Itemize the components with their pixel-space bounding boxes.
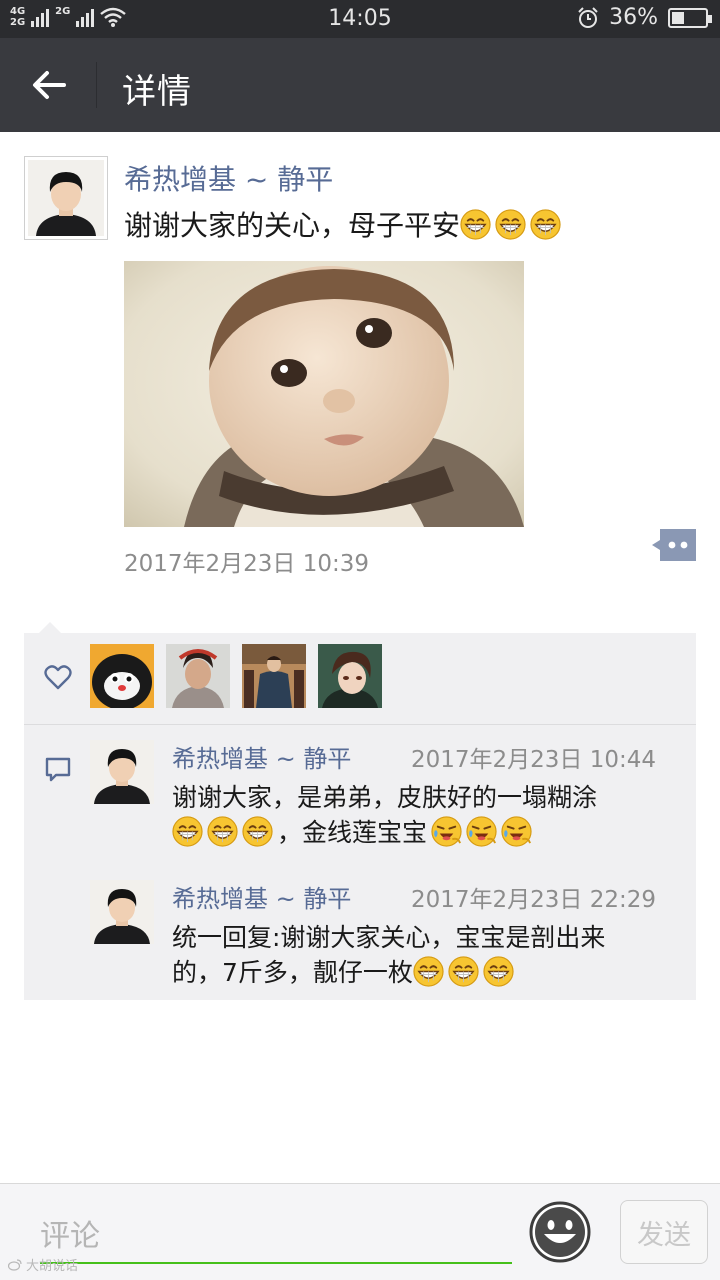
grin-emoji-icon <box>530 208 561 240</box>
comment-emojis <box>431 816 536 847</box>
status-bar: 4G 2G 2G 14:05 36% <box>0 0 720 38</box>
comment-author[interactable]: 希热增基 ~ 静平 <box>172 739 351 774</box>
comment-input[interactable] <box>40 1208 512 1264</box>
battery-fill <box>672 11 684 24</box>
panda-image <box>90 644 154 708</box>
alarm-icon <box>578 6 598 28</box>
heart-icon <box>44 665 72 690</box>
title-divider <box>96 62 97 108</box>
comment-line-text: 的，7斤多，靓仔一枚 <box>172 958 413 987</box>
anime-boy-image <box>318 644 382 708</box>
battery-percent: 36% <box>609 5 658 30</box>
author-avatar[interactable] <box>24 156 108 240</box>
grin-emoji-icon <box>460 208 491 240</box>
anime-boy-avatar[interactable] <box>318 644 382 708</box>
traditional-dress-avatar[interactable] <box>242 644 306 708</box>
post-time: 2017年2月23日 10:39 <box>124 551 370 577</box>
comment-avatar[interactable] <box>90 880 154 944</box>
page-title: 详情 <box>122 72 192 112</box>
comment-more-button[interactable] <box>652 529 696 561</box>
girl-costume-image <box>166 644 230 708</box>
comment-time: 2017年2月23日 22:29 <box>410 887 656 913</box>
comment-more-icon <box>652 529 696 561</box>
comment-time: 2017年2月23日 10:44 <box>410 747 656 773</box>
comment-bubble-icon <box>45 757 71 782</box>
laugh-tears-emoji-icon <box>466 816 497 847</box>
comment-line-text: ，金线莲宝宝 <box>277 818 428 847</box>
back-button[interactable] <box>20 58 78 112</box>
input-underline <box>40 1262 512 1264</box>
grin-emoji-icon <box>413 956 444 987</box>
emoji-button[interactable] <box>528 1200 592 1264</box>
comment-line: ，金线莲宝宝 <box>172 815 666 850</box>
watermark-text: 大胡说话 <box>26 1259 79 1274</box>
grin-emoji-icon <box>242 816 273 847</box>
grin-emoji-icon <box>495 208 526 240</box>
comment-avatar[interactable] <box>90 740 154 804</box>
grin-emoji-icon <box>207 816 238 847</box>
laugh-tears-emoji-icon <box>431 816 462 847</box>
comment-text: 统一回复:谢谢大家关心，宝宝是剖出来 的，7斤多，靓仔一枚 <box>172 920 666 990</box>
laugh-tears-emoji-icon <box>501 816 532 847</box>
panda-avatar[interactable] <box>90 644 154 708</box>
post-photo[interactable] <box>124 261 524 527</box>
weibo-logo-icon <box>8 1258 22 1271</box>
comment-author[interactable]: 希热增基 ~ 静平 <box>172 879 351 914</box>
comment-line: 谢谢大家，是弟弟，皮肤好的一塌糊涂 <box>172 783 598 812</box>
grin-emoji-icon <box>483 956 514 987</box>
post-content: 谢谢大家的关心，母子平安 <box>124 204 565 244</box>
traditional-dress-image <box>242 644 306 708</box>
status-right: 36% <box>577 5 712 30</box>
girl-costume-avatar[interactable] <box>166 644 230 708</box>
baby-photo-image <box>124 261 524 527</box>
watermark: 大胡说话 <box>8 1255 78 1274</box>
post-text: 谢谢大家的关心，母子平安 <box>124 209 461 242</box>
battery-icon <box>668 7 712 28</box>
post-author[interactable]: 希热增基 ~ 静平 <box>124 158 333 198</box>
send-button[interactable]: 发送 <box>620 1200 708 1264</box>
person-portrait-icon <box>28 160 104 236</box>
title-bar: 详情 <box>0 38 720 132</box>
panel-divider <box>24 724 696 725</box>
comment-text: 谢谢大家，是弟弟，皮肤好的一塌糊涂 ，金线莲宝宝 <box>172 780 666 850</box>
grin-emoji-icon <box>172 816 203 847</box>
comment-emojis <box>413 956 518 987</box>
smiley-face-icon <box>529 1201 591 1263</box>
person-portrait-icon <box>90 880 154 944</box>
comment-line: 的，7斤多，靓仔一枚 <box>172 955 666 990</box>
person-portrait-icon <box>90 740 154 804</box>
comment-line: 统一回复:谢谢大家关心，宝宝是剖出来 <box>172 923 606 952</box>
post-emojis <box>460 208 565 241</box>
arrow-left-icon <box>33 71 66 99</box>
comment-emojis <box>172 816 277 847</box>
grin-emoji-icon <box>448 956 479 987</box>
